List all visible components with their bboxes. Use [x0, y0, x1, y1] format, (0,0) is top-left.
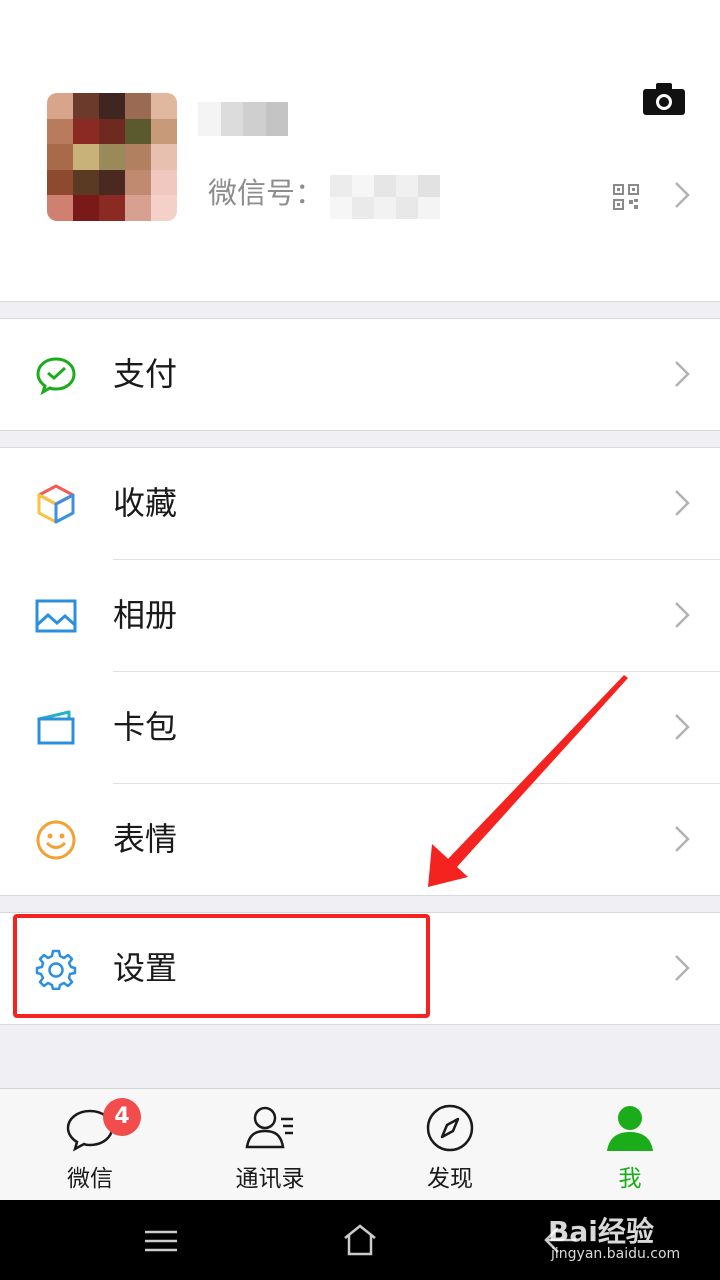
wechat-id-label: 微信号：: [208, 176, 325, 210]
watermark-brand: Bai经验: [548, 1215, 654, 1248]
contacts-icon: [245, 1106, 293, 1149]
chevron-right-icon: [675, 602, 690, 628]
smiley-face-icon: [36, 820, 76, 860]
chevron-right-icon: [675, 826, 690, 852]
chevron-right-icon: [675, 490, 690, 516]
annotation-arrow: [428, 675, 628, 887]
favorites-cube-icon: [37, 484, 75, 524]
chevron-right-icon: [675, 182, 690, 208]
tab-discover[interactable]: 发现: [360, 1089, 540, 1201]
watermark-url: jingyan.baidu.com: [551, 1246, 681, 1262]
tab-me[interactable]: 我: [540, 1089, 720, 1201]
pay-section: 支付: [0, 318, 720, 431]
wallet-pay-icon: [36, 357, 76, 396]
profile-header[interactable]: 微信号：: [0, 0, 720, 302]
tab-label-discover: 发现: [427, 1166, 473, 1192]
menu-label-album: 相册: [113, 596, 178, 634]
tab-label-contacts: 通讯录: [235, 1166, 305, 1192]
camera-icon[interactable]: [643, 83, 685, 115]
profile-name-redacted: [198, 102, 288, 136]
home-icon[interactable]: [343, 1224, 377, 1256]
menu-item-favorites[interactable]: 收藏: [0, 448, 720, 559]
menu-label-favorites: 收藏: [113, 484, 178, 522]
menu-label-cards: 卡包: [113, 708, 178, 746]
chevron-right-icon: [675, 361, 690, 387]
tab-label-me: 我: [618, 1166, 642, 1192]
menu-label-pay: 支付: [113, 355, 178, 393]
person-icon: [607, 1106, 653, 1151]
card-wallet-icon: [37, 710, 75, 745]
album-picture-icon: [35, 599, 77, 633]
tab-chats[interactable]: 微信: [0, 1089, 180, 1201]
tab-contacts[interactable]: 通讯录: [180, 1089, 360, 1201]
menu-item-album[interactable]: 相册: [0, 560, 720, 671]
menu-lines-icon[interactable]: [145, 1230, 177, 1252]
wechat-id-redacted: [330, 175, 440, 219]
compass-icon: [426, 1104, 474, 1152]
tab-label-chats: 微信: [67, 1166, 113, 1192]
avatar[interactable]: [47, 93, 177, 221]
chevron-right-icon: [675, 955, 690, 981]
qr-code-icon[interactable]: [613, 184, 639, 210]
unread-badge: 4: [103, 1098, 141, 1136]
chevron-right-icon: [675, 714, 690, 740]
menu-label-stickers: 表情: [113, 820, 178, 858]
menu-item-pay[interactable]: 支付: [0, 319, 720, 430]
highlight-box: [13, 914, 430, 1018]
